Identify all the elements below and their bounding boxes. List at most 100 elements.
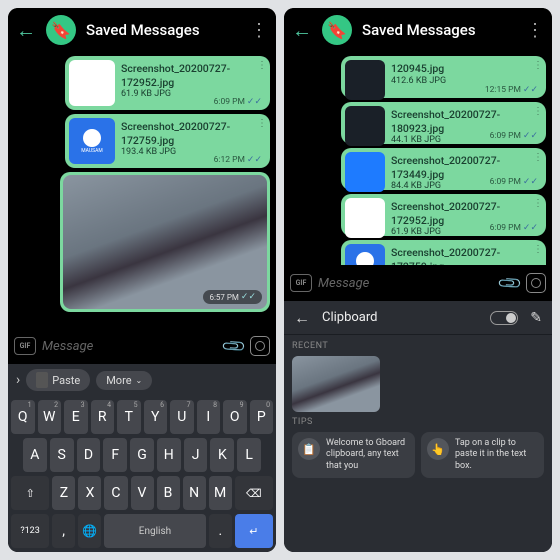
drag-icon: ⋮: [533, 202, 543, 206]
back-icon[interactable]: ←: [294, 308, 310, 328]
period-key[interactable]: .: [209, 514, 232, 548]
back-icon[interactable]: ←: [16, 18, 36, 43]
key-L[interactable]: L: [237, 438, 261, 472]
clipboard-body: RECENT TIPS 📋 Welcome to Gboard clipboar…: [284, 335, 552, 552]
key-H[interactable]: H: [157, 438, 181, 472]
space-key[interactable]: English: [104, 514, 206, 548]
drag-icon: ⋮: [257, 122, 267, 126]
more-icon[interactable]: ⋮: [526, 20, 544, 41]
read-icon: ✓✓: [247, 97, 262, 107]
key-B[interactable]: B: [157, 476, 180, 510]
key-Q[interactable]: Q1: [11, 400, 35, 434]
file-message[interactable]: Screenshot_20200727-180923.jpg44.1 KB JP…: [341, 102, 546, 144]
attach-icon[interactable]: 📎: [496, 269, 524, 297]
message-input[interactable]: Message: [318, 276, 494, 291]
read-icon: ✓✓: [523, 85, 538, 95]
back-icon[interactable]: ←: [292, 18, 312, 43]
file-message[interactable]: 120945.jpg412.6 KB JPG⋮12:15 PM✓✓: [341, 56, 546, 98]
comma-key[interactable]: ,: [52, 514, 75, 548]
tip-card[interactable]: 👆 Tap on a clip to paste it in the text …: [421, 432, 544, 478]
header: ← 🔖 Saved Messages ⋮: [284, 8, 552, 52]
more-suggestion[interactable]: More ⌄: [96, 371, 152, 390]
key-A[interactable]: A: [23, 438, 47, 472]
file-name: Screenshot_20200727-172759.jpg: [391, 246, 542, 265]
drag-icon: ⋮: [533, 110, 543, 114]
key-F[interactable]: F: [103, 438, 127, 472]
clipboard-image[interactable]: [292, 356, 380, 412]
file-message[interactable]: MAUSAMScreenshot_20200727-172759.jpg193.…: [341, 240, 546, 265]
drag-icon: ⋮: [257, 64, 267, 68]
file-thumbnail: [345, 198, 385, 238]
drag-icon: ⋮: [533, 248, 543, 252]
file-message[interactable]: Screenshot_20200727-172952.jpg 61.9 KB J…: [65, 56, 270, 110]
avatar[interactable]: 🔖: [322, 15, 352, 45]
key-W[interactable]: W2: [38, 400, 62, 434]
key-Y[interactable]: Y6: [144, 400, 168, 434]
file-name: Screenshot_20200727-172759.jpg: [121, 120, 266, 147]
message-input[interactable]: Message: [42, 339, 218, 354]
key-V[interactable]: V: [131, 476, 154, 510]
file-thumbnail: [345, 106, 385, 146]
camera-icon[interactable]: [526, 273, 546, 293]
gif-icon[interactable]: GIF: [14, 337, 36, 355]
key-M[interactable]: M: [209, 476, 232, 510]
photo: [63, 175, 267, 309]
composer: GIF Message 📎: [284, 265, 552, 301]
chat-area: 120945.jpg412.6 KB JPG⋮12:15 PM✓✓Screens…: [284, 52, 552, 265]
shift-key[interactable]: ⇧: [11, 476, 49, 510]
key-O[interactable]: O9: [223, 400, 247, 434]
camera-icon[interactable]: [250, 336, 270, 356]
tap-icon: 👆: [427, 438, 449, 460]
key-I[interactable]: I8: [197, 400, 221, 434]
key-U[interactable]: U7: [170, 400, 194, 434]
numbers-key[interactable]: ?123: [11, 514, 49, 548]
enter-key[interactable]: ↵: [235, 514, 273, 548]
chat-title: Saved Messages: [86, 21, 240, 39]
file-message[interactable]: MAUSAM Screenshot_20200727-172759.jpg 19…: [65, 114, 270, 168]
drag-icon: ⋮: [533, 156, 543, 160]
more-icon[interactable]: ⋮: [250, 20, 268, 41]
avatar[interactable]: 🔖: [46, 15, 76, 45]
phone-left: ← 🔖 Saved Messages ⋮ Screenshot_20200727…: [8, 8, 276, 552]
read-icon: ✓✓: [523, 131, 538, 141]
key-D[interactable]: D: [77, 438, 101, 472]
file-message[interactable]: Screenshot_20200727-172952.jpg61.9 KB JP…: [341, 194, 546, 236]
chevron-icon[interactable]: ›: [16, 372, 20, 388]
read-icon: ✓✓: [523, 223, 538, 233]
paste-suggestion[interactable]: Paste: [26, 369, 90, 391]
backspace-key[interactable]: ⌫: [235, 476, 273, 510]
key-Z[interactable]: Z: [52, 476, 75, 510]
key-G[interactable]: G: [130, 438, 154, 472]
file-message[interactable]: Screenshot_20200727-173449.jpg84.4 KB JP…: [341, 148, 546, 190]
composer: GIF Message 📎: [8, 328, 276, 364]
clipboard-title: Clipboard: [322, 310, 478, 325]
clipboard-icon: 📋: [298, 438, 320, 460]
file-thumbnail: MAUSAM: [69, 118, 115, 164]
key-P[interactable]: P0: [250, 400, 274, 434]
clipboard-header: ← Clipboard ✎: [284, 301, 552, 335]
key-C[interactable]: C: [104, 476, 127, 510]
key-X[interactable]: X: [78, 476, 101, 510]
section-label: TIPS: [292, 417, 544, 427]
file-thumbnail: [345, 152, 385, 192]
chat-title: Saved Messages: [362, 21, 516, 39]
key-T[interactable]: T5: [117, 400, 141, 434]
lang-key[interactable]: 🌐: [78, 514, 101, 548]
tip-card[interactable]: 📋 Welcome to Gboard clipboard, any text …: [292, 432, 415, 478]
key-R[interactable]: R4: [91, 400, 115, 434]
photo-message[interactable]: 6:57 PM✓✓: [60, 172, 270, 312]
key-J[interactable]: J: [184, 438, 208, 472]
gif-icon[interactable]: GIF: [290, 274, 312, 292]
tip-text: Welcome to Gboard clipboard, any text th…: [326, 438, 409, 472]
key-N[interactable]: N: [183, 476, 206, 510]
key-S[interactable]: S: [50, 438, 74, 472]
key-E[interactable]: E3: [64, 400, 88, 434]
tip-text: Tap on a clip to paste it in the text bo…: [455, 438, 538, 472]
keyboard: Q1W2E3R4T5Y6U7I8O9P0 ASDFGHJKL ⇧ ZXCVBNM…: [8, 396, 276, 552]
suggestion-bar: › Paste More ⌄: [8, 364, 276, 396]
edit-icon[interactable]: ✎: [530, 310, 542, 326]
toggle-switch[interactable]: [490, 311, 518, 325]
key-K[interactable]: K: [210, 438, 234, 472]
read-icon: ✓✓: [247, 155, 262, 165]
attach-icon[interactable]: 📎: [220, 332, 248, 360]
